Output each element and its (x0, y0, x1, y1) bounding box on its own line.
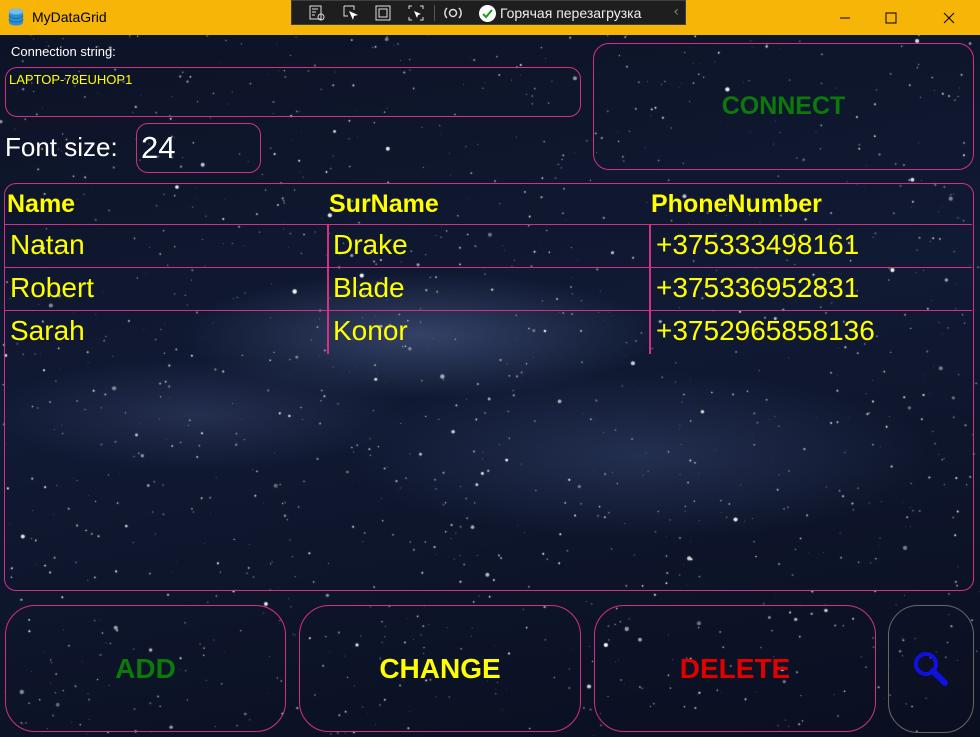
maximize-button[interactable] (866, 0, 916, 35)
column-divider (327, 224, 329, 354)
cell-name[interactable]: Natan (10, 229, 85, 261)
add-button[interactable]: ADD (5, 605, 286, 732)
connection-string-input[interactable]: LAPTOP-78EUHOP1 (5, 67, 581, 117)
live-visual-tree-icon[interactable] (306, 3, 328, 23)
collapse-toolbar-icon[interactable]: ‹ (673, 4, 679, 20)
column-header-name[interactable]: Name (7, 190, 75, 219)
connect-button[interactable]: CONNECT (593, 43, 974, 170)
table-row[interactable]: Sarah Konor +3752965858136 (5, 310, 972, 353)
grid-header-row: Name SurName PhoneNumber (5, 184, 972, 224)
table-row[interactable]: Robert Blade +375336952831 (5, 267, 972, 310)
cell-surname[interactable]: Drake (333, 229, 408, 261)
cell-phonenumber[interactable]: +375336952831 (656, 272, 859, 304)
cell-name[interactable]: Sarah (10, 315, 85, 347)
close-button[interactable] (924, 0, 974, 35)
display-layout-adorners-icon[interactable] (372, 3, 394, 23)
minimize-icon (840, 17, 850, 18)
column-header-surname[interactable]: SurName (329, 190, 439, 219)
close-icon (943, 12, 955, 23)
change-button[interactable]: CHANGE (299, 605, 581, 732)
hot-reload-label: Горячая перезагрузка (500, 5, 642, 21)
connection-string-label: Connection string: (11, 44, 116, 59)
check-circle-icon (479, 4, 496, 22)
cell-surname[interactable]: Blade (333, 272, 405, 304)
cell-phonenumber[interactable]: +3752965858136 (656, 315, 875, 347)
cell-surname[interactable]: Konor (333, 315, 408, 347)
database-icon (8, 8, 24, 26)
cell-phonenumber[interactable]: +375333498161 (656, 229, 859, 261)
select-element-icon[interactable] (340, 3, 362, 23)
maximize-icon (885, 12, 897, 23)
main-content: Connection string: LAPTOP-78EUHOP1 CONNE… (0, 35, 980, 737)
search-button[interactable] (888, 605, 974, 733)
table-row[interactable]: Natan Drake +375333498161 (5, 224, 972, 267)
magnifier-icon (914, 652, 948, 686)
minimize-button[interactable] (820, 0, 870, 35)
track-focus-icon[interactable] (405, 3, 427, 23)
debug-toolbar: Горячая перезагрузка ‹ (291, 0, 686, 25)
window-title: MyDataGrid (32, 9, 107, 25)
data-grid[interactable]: Name SurName PhoneNumber Natan Drake +37… (4, 183, 974, 591)
column-divider (649, 224, 651, 354)
title-bar: MyDataGrid Горячая перезагрузка ‹ (0, 0, 980, 35)
column-header-phonenumber[interactable]: PhoneNumber (651, 190, 822, 219)
binding-failures-icon[interactable] (442, 3, 464, 23)
delete-button[interactable]: DELETE (594, 605, 876, 732)
cell-name[interactable]: Robert (10, 272, 94, 304)
font-size-label: Font size: (5, 132, 118, 162)
font-size-input[interactable]: 24 (136, 123, 261, 173)
hot-reload-status[interactable]: Горячая перезагрузка (479, 3, 641, 23)
